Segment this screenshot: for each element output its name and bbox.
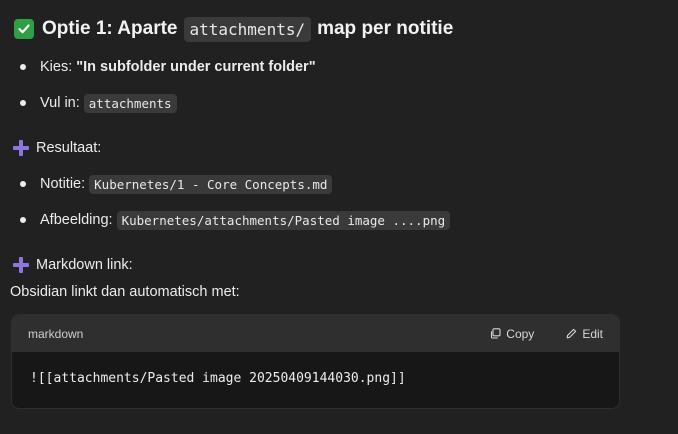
- plus-icon: [12, 256, 30, 274]
- copy-label: Copy: [506, 326, 535, 341]
- result-label: Afbeelding:: [40, 212, 113, 228]
- code-block: markdown Copy Edit ![[attachments/Pasted…: [11, 314, 620, 409]
- edit-button[interactable]: Edit: [566, 327, 603, 341]
- result-inline-code: Kubernetes/attachments/Pasted image ....…: [116, 210, 451, 230]
- result-inline-code: Kubernetes/1 - Core Concepts.md: [89, 174, 333, 194]
- markdown-link-title: Markdown link:: [36, 257, 133, 273]
- list-item: Vul in: attachments: [18, 91, 177, 115]
- list-item: Afbeelding: Kubernetes/attachments/Paste…: [18, 208, 451, 232]
- bullet-icon: [20, 64, 26, 70]
- heading-text: Optie 1: Aparte attachments/ map per not…: [42, 16, 454, 42]
- step-value: "In subfolder under current folder": [76, 59, 316, 75]
- code-content: ![[attachments/Pasted image 202504091440…: [30, 371, 406, 386]
- markdown-link-heading: Markdown link:: [12, 254, 133, 276]
- step-inline-code: attachments: [83, 93, 177, 113]
- result-heading: Resultaat:: [12, 137, 101, 159]
- code-language-label: markdown: [28, 326, 84, 341]
- copy-button[interactable]: Copy: [490, 327, 534, 341]
- heading-prefix: Optie 1: Aparte: [42, 18, 178, 39]
- bullet-icon: [20, 217, 26, 223]
- copy-icon: [491, 328, 501, 339]
- edit-pencil-icon: [566, 328, 577, 339]
- plus-icon: [12, 139, 30, 157]
- step-label: Kies:: [40, 59, 73, 75]
- list-item: Notitie: Kubernetes/1 - Core Concepts.md: [18, 172, 333, 196]
- result-title: Resultaat:: [36, 140, 102, 156]
- edit-label: Edit: [582, 326, 603, 341]
- step-label: Vul in:: [40, 95, 80, 111]
- markdown-link-description: Obsidian linkt dan automatisch met:: [10, 284, 240, 300]
- section-heading: Optie 1: Aparte attachments/ map per not…: [14, 14, 453, 44]
- bullet-icon: [20, 100, 26, 106]
- check-box-icon: [14, 19, 34, 39]
- bullet-icon: [20, 181, 26, 187]
- result-label: Notitie:: [40, 176, 86, 192]
- code-block-header: markdown Copy Edit: [12, 315, 619, 352]
- heading-suffix: map per notitie: [317, 18, 454, 39]
- list-item: Kies: "In subfolder under current folder…: [18, 55, 316, 79]
- heading-inline-code: attachments/: [183, 16, 312, 42]
